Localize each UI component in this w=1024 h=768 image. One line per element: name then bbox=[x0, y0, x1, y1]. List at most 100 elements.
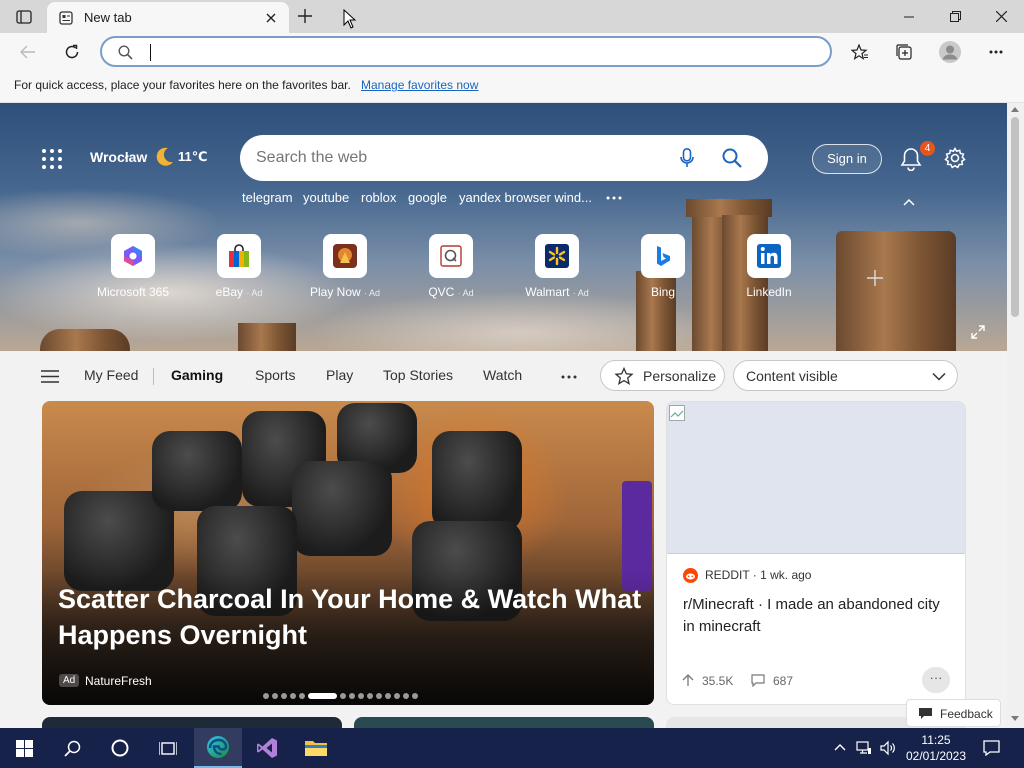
more-horizontal-icon[interactable] bbox=[561, 375, 577, 379]
quick-link-label: Microsoft 365 bbox=[96, 285, 170, 299]
restore-button[interactable] bbox=[932, 0, 978, 33]
hamburger-menu-icon[interactable] bbox=[41, 370, 59, 383]
search-icon[interactable] bbox=[722, 148, 742, 168]
web-search-box[interactable]: Search the web bbox=[240, 135, 768, 181]
tab-actions-button[interactable] bbox=[10, 6, 38, 28]
more-horizontal-icon[interactable] bbox=[606, 196, 622, 200]
taskbar-search-button[interactable] bbox=[48, 728, 96, 768]
network-icon[interactable] bbox=[856, 740, 872, 756]
nav-watch[interactable]: Watch bbox=[483, 367, 522, 383]
taskbar-edge-button[interactable] bbox=[194, 728, 242, 768]
clock[interactable]: 11:25 02/01/2023 bbox=[905, 732, 967, 764]
nav-top-stories[interactable]: Top Stories bbox=[383, 367, 453, 383]
notification-bell-icon[interactable] bbox=[900, 147, 922, 171]
upvote-arrow-icon[interactable] bbox=[682, 674, 694, 687]
featured-headline[interactable]: Scatter Charcoal In Your Home & Watch Wh… bbox=[58, 581, 648, 653]
weather-city[interactable]: Wrocław bbox=[90, 149, 147, 165]
collapse-chevron-up-icon[interactable] bbox=[903, 198, 915, 206]
collections-button[interactable] bbox=[888, 36, 920, 68]
trending-search[interactable]: yandex browser wind... bbox=[459, 190, 592, 205]
carousel-dot[interactable] bbox=[367, 693, 373, 699]
carousel-dot[interactable] bbox=[394, 693, 400, 699]
carousel-dot[interactable] bbox=[272, 693, 278, 699]
trending-search[interactable]: roblox bbox=[361, 190, 396, 205]
quick-link-tile bbox=[535, 234, 579, 278]
volume-icon[interactable] bbox=[880, 740, 896, 756]
microphone-icon[interactable] bbox=[680, 148, 694, 168]
manage-favorites-link[interactable]: Manage favorites now bbox=[361, 78, 478, 92]
show-hidden-icons-chevron-icon[interactable] bbox=[834, 743, 846, 751]
quick-link-play-now[interactable]: Play Now · Ad bbox=[297, 234, 393, 299]
quick-link-walmart[interactable]: Walmart · Ad bbox=[509, 234, 605, 299]
carousel-dot[interactable] bbox=[412, 693, 418, 699]
bing-icon bbox=[657, 246, 670, 266]
trending-search[interactable]: youtube bbox=[303, 190, 349, 205]
nav-sports[interactable]: Sports bbox=[255, 367, 295, 383]
carousel-dot-active[interactable] bbox=[308, 693, 337, 699]
nav-my-feed[interactable]: My Feed bbox=[84, 367, 138, 383]
weather-temperature[interactable]: 11℃ bbox=[178, 149, 208, 165]
featured-ad-card[interactable]: Scatter Charcoal In Your Home & Watch Wh… bbox=[42, 401, 654, 705]
carousel-dot[interactable] bbox=[358, 693, 364, 699]
taskbar-visual-studio-button[interactable] bbox=[243, 728, 291, 768]
sign-in-button[interactable]: Sign in bbox=[812, 144, 882, 174]
quick-link-ebay[interactable]: eBay · Ad bbox=[191, 234, 287, 299]
carousel-dot[interactable] bbox=[385, 693, 391, 699]
settings-and-more-button[interactable] bbox=[980, 36, 1012, 68]
trending-search[interactable]: telegram bbox=[242, 190, 293, 205]
ad-source[interactable]: NatureFresh bbox=[85, 674, 152, 688]
content-visibility-dropdown[interactable]: Content visible bbox=[733, 360, 958, 391]
nav-play[interactable]: Play bbox=[326, 367, 353, 383]
feedback-button[interactable]: Feedback bbox=[906, 699, 1001, 727]
favorites-button[interactable] bbox=[844, 36, 876, 68]
card-more-options-button[interactable]: ··· bbox=[922, 667, 950, 693]
carousel-dot[interactable] bbox=[403, 693, 409, 699]
new-tab-button[interactable] bbox=[292, 4, 318, 28]
nav-gaming[interactable]: Gaming bbox=[171, 367, 223, 383]
back-button[interactable] bbox=[12, 36, 44, 68]
gear-icon[interactable] bbox=[944, 147, 966, 169]
tab-new-tab[interactable]: New tab bbox=[47, 2, 289, 33]
close-icon bbox=[995, 11, 1007, 22]
profile-button[interactable] bbox=[934, 36, 966, 68]
quick-link-linkedin[interactable]: LinkedIn bbox=[721, 234, 817, 299]
carousel-dot[interactable] bbox=[263, 693, 269, 699]
carousel-dot[interactable] bbox=[281, 693, 287, 699]
reddit-source[interactable]: REDDIT · 1 wk. ago bbox=[705, 568, 811, 582]
cortana-button[interactable] bbox=[96, 728, 144, 768]
cortana-circle-icon bbox=[111, 739, 129, 757]
task-view-button[interactable] bbox=[144, 728, 192, 768]
mouse-cursor-icon bbox=[343, 9, 357, 29]
add-quick-link-button[interactable] bbox=[853, 256, 897, 300]
minimize-button[interactable] bbox=[886, 0, 932, 33]
quick-link-qvc[interactable]: QVC · Ad bbox=[403, 234, 499, 299]
refresh-button[interactable] bbox=[56, 36, 88, 68]
comment-icon[interactable] bbox=[751, 674, 765, 687]
back-arrow-icon bbox=[20, 45, 35, 59]
app-launcher-icon[interactable] bbox=[41, 148, 63, 170]
page-scrollbar[interactable] bbox=[1007, 103, 1024, 728]
close-window-button[interactable] bbox=[978, 0, 1024, 33]
action-center-notification-icon[interactable] bbox=[983, 740, 1000, 756]
carousel-dot[interactable] bbox=[376, 693, 382, 699]
carousel-dot[interactable] bbox=[290, 693, 296, 699]
quick-link-microsoft-365[interactable]: Microsoft 365 bbox=[85, 234, 181, 299]
carousel-dot[interactable] bbox=[299, 693, 305, 699]
expand-background-icon[interactable] bbox=[971, 325, 985, 339]
quick-link-label: LinkedIn bbox=[746, 285, 792, 299]
address-bar[interactable] bbox=[100, 36, 832, 67]
scrollbar-thumb[interactable] bbox=[1011, 117, 1019, 317]
trending-search[interactable]: google bbox=[408, 190, 447, 205]
start-button[interactable] bbox=[0, 728, 48, 768]
carousel-dot[interactable] bbox=[349, 693, 355, 699]
carousel-dot[interactable] bbox=[340, 693, 346, 699]
taskbar-file-explorer-button[interactable] bbox=[292, 728, 340, 768]
reddit-post-title[interactable]: r/Minecraft · I made an abandoned city i… bbox=[683, 594, 953, 638]
close-tab-button[interactable] bbox=[261, 8, 281, 28]
scroll-down-arrow-icon[interactable] bbox=[1011, 716, 1019, 722]
scroll-up-arrow-icon[interactable] bbox=[1011, 106, 1019, 112]
personalize-button[interactable]: Personalize bbox=[600, 360, 725, 391]
quick-link-bing[interactable]: Bing bbox=[615, 234, 711, 299]
reddit-news-card[interactable]: REDDIT · 1 wk. ago r/Minecraft · I made … bbox=[666, 401, 966, 705]
quick-link-tile bbox=[217, 234, 261, 278]
